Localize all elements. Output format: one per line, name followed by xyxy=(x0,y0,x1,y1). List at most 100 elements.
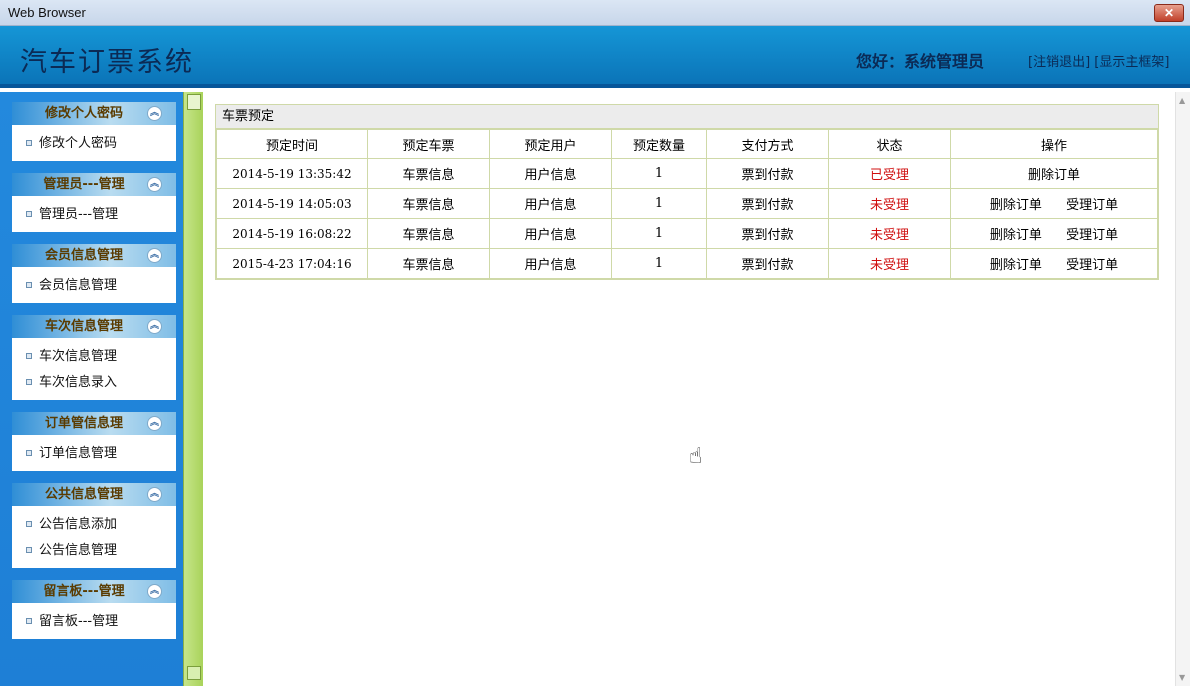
menu-group-header[interactable]: 会员信息管理 ︽ xyxy=(12,244,176,267)
menu-group-body: 管理员---管理 xyxy=(12,196,176,232)
chevron-up-circle-icon[interactable]: ︽ xyxy=(147,177,162,192)
ticket-info-link[interactable]: 车票信息 xyxy=(367,158,490,189)
sidebar-item-label: 留言板---管理 xyxy=(39,614,119,629)
accept-order-button[interactable]: 受理订单 xyxy=(1066,194,1118,213)
scroll-up-icon[interactable]: ▲ xyxy=(1179,96,1185,105)
booking-panel: 车票预定 预定时间 预定车票 预定用户 预定数量 支付方式 状态 操作 2014… xyxy=(215,104,1159,280)
splitter-toggle-icon[interactable] xyxy=(187,94,201,110)
window-title: Web Browser xyxy=(8,5,86,20)
frame-splitter[interactable] xyxy=(183,92,203,686)
menu-group-header[interactable]: 公共信息管理 ︽ xyxy=(12,483,176,506)
column-header: 预定时间 xyxy=(216,129,368,159)
column-header: 预定数量 xyxy=(611,129,707,159)
booking-time: 2014-5-19 14:05:03 xyxy=(216,188,368,219)
panel-title: 车票预定 xyxy=(216,105,1158,129)
sidebar-item-label: 车次信息管理 xyxy=(39,349,118,364)
close-icon[interactable]: ✕ xyxy=(1154,4,1184,22)
menu-group-title: 会员信息管理 xyxy=(44,248,123,263)
hand-pointer-icon: ☝ xyxy=(689,444,703,469)
column-header: 操作 xyxy=(950,129,1158,159)
booking-quantity: 1 xyxy=(611,218,707,249)
chevron-up-circle-icon[interactable]: ︽ xyxy=(147,106,162,121)
accept-order-button[interactable]: 受理订单 xyxy=(1066,254,1118,273)
payment-method: 票到付款 xyxy=(706,248,829,279)
delete-order-button[interactable]: 删除订单 xyxy=(990,224,1042,243)
column-header: 支付方式 xyxy=(706,129,829,159)
chevron-up-circle-icon[interactable]: ︽ xyxy=(147,319,162,334)
ticket-info-link[interactable]: 车票信息 xyxy=(367,188,490,219)
sidebar-item-label: 修改个人密码 xyxy=(39,136,118,151)
accept-order-button[interactable]: 受理订单 xyxy=(1066,224,1118,243)
menu-group-body: 修改个人密码 xyxy=(12,125,176,161)
sidebar-item-label: 公告信息管理 xyxy=(39,543,118,558)
sidebar-item-trip-entry[interactable]: 车次信息录入 xyxy=(12,370,176,396)
booking-quantity: 1 xyxy=(611,158,707,189)
chevron-up-circle-icon[interactable]: ︽ xyxy=(147,584,162,599)
delete-order-button[interactable]: 删除订单 xyxy=(990,254,1042,273)
user-greeting: 您好：系统管理员 xyxy=(856,52,985,71)
table-row: 2014-5-19 16:08:22 车票信息 用户信息 1 票到付款 未受理 … xyxy=(216,218,1158,249)
menu-group-title: 修改个人密码 xyxy=(44,106,123,121)
chevron-up-circle-icon[interactable]: ︽ xyxy=(147,487,162,502)
main-content: 车票预定 预定时间 预定车票 预定用户 预定数量 支付方式 状态 操作 2014… xyxy=(203,92,1190,686)
sidebar-item-notice-manage[interactable]: 公告信息管理 xyxy=(12,538,176,564)
menu-group-header[interactable]: 车次信息管理 ︽ xyxy=(12,315,176,338)
sidebar-item-label: 会员信息管理 xyxy=(39,278,118,293)
square-bullet-icon xyxy=(26,281,32,288)
square-bullet-icon xyxy=(26,139,32,146)
ticket-info-link[interactable]: 车票信息 xyxy=(367,218,490,249)
chevron-up-circle-icon[interactable]: ︽ xyxy=(147,248,162,263)
sidebar-item-orders[interactable]: 订单信息管理 xyxy=(12,441,176,467)
booking-time: 2015-4-23 17:04:16 xyxy=(216,248,368,279)
sidebar-item-notice-add[interactable]: 公告信息添加 xyxy=(12,512,176,538)
menu-group-body: 车次信息管理 车次信息录入 xyxy=(12,338,176,400)
sidebar: 修改个人密码 ︽ 修改个人密码 管理员---管理 ︽ 管理员---管理 会员信息… xyxy=(0,92,183,686)
sidebar-item-change-password[interactable]: 修改个人密码 xyxy=(12,131,176,157)
ticket-info-link[interactable]: 车票信息 xyxy=(367,248,490,279)
delete-order-button[interactable]: 删除订单 xyxy=(1028,164,1080,183)
column-header: 预定车票 xyxy=(367,129,490,159)
user-info-link[interactable]: 用户信息 xyxy=(489,218,612,249)
table-row: 2014-5-19 14:05:03 车票信息 用户信息 1 票到付款 未受理 … xyxy=(216,188,1158,219)
menu-group-body: 公告信息添加 公告信息管理 xyxy=(12,506,176,568)
user-info-link[interactable]: 用户信息 xyxy=(489,248,612,279)
row-actions: 删除订单 受理订单 xyxy=(950,218,1158,249)
splitter-grip-icon[interactable] xyxy=(187,666,201,680)
booking-time: 2014-5-19 16:08:22 xyxy=(216,218,368,249)
table-row: 2015-4-23 17:04:16 车票信息 用户信息 1 票到付款 未受理 … xyxy=(216,248,1158,279)
user-info-link[interactable]: 用户信息 xyxy=(489,188,612,219)
column-header: 预定用户 xyxy=(489,129,612,159)
sidebar-item-trip-manage[interactable]: 车次信息管理 xyxy=(12,344,176,370)
scroll-down-icon[interactable]: ▼ xyxy=(1179,673,1185,682)
sidebar-item-members[interactable]: 会员信息管理 xyxy=(12,273,176,299)
menu-group-body: 订单信息管理 xyxy=(12,435,176,471)
square-bullet-icon xyxy=(26,520,32,527)
window-titlebar: Web Browser ✕ xyxy=(0,0,1190,26)
menu-group-messages: 留言板---管理 ︽ 留言板---管理 xyxy=(12,580,176,639)
square-bullet-icon xyxy=(26,617,32,624)
app-header: 汽车订票系统 您好：系统管理员 [注销退出] [显示主框架] xyxy=(0,26,1190,88)
menu-group-header[interactable]: 管理员---管理 ︽ xyxy=(12,173,176,196)
vertical-scrollbar[interactable]: ▲ ▼ xyxy=(1175,92,1190,686)
row-actions: 删除订单 受理订单 xyxy=(950,188,1158,219)
logout-link[interactable]: [注销退出] xyxy=(1028,55,1090,70)
menu-group-members: 会员信息管理 ︽ 会员信息管理 xyxy=(12,244,176,303)
sidebar-item-admin[interactable]: 管理员---管理 xyxy=(12,202,176,228)
booking-quantity: 1 xyxy=(611,248,707,279)
sidebar-item-label: 车次信息录入 xyxy=(39,375,118,390)
menu-group-header[interactable]: 留言板---管理 ︽ xyxy=(12,580,176,603)
sidebar-item-label: 订单信息管理 xyxy=(39,446,118,461)
sidebar-item-messages[interactable]: 留言板---管理 xyxy=(12,609,176,635)
status-badge: 已受理 xyxy=(828,158,951,189)
square-bullet-icon xyxy=(26,449,32,456)
menu-group-header[interactable]: 修改个人密码 ︽ xyxy=(12,102,176,125)
status-badge: 未受理 xyxy=(828,218,951,249)
chevron-up-circle-icon[interactable]: ︽ xyxy=(147,416,162,431)
user-info-link[interactable]: 用户信息 xyxy=(489,158,612,189)
menu-group-title: 留言板---管理 xyxy=(43,584,125,599)
delete-order-button[interactable]: 删除订单 xyxy=(990,194,1042,213)
menu-group-title: 订单管信息理 xyxy=(44,416,123,431)
square-bullet-icon xyxy=(26,210,32,217)
show-main-frame-link[interactable]: [显示主框架] xyxy=(1094,55,1169,70)
menu-group-header[interactable]: 订单管信息理 ︽ xyxy=(12,412,176,435)
